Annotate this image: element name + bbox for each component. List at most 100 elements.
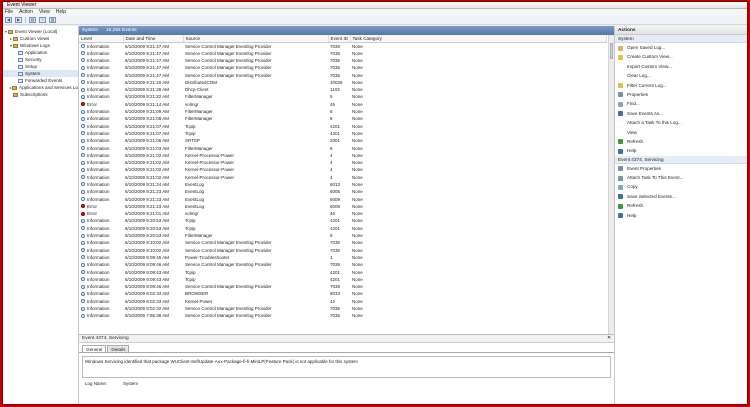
table-row[interactable]: Information 6/10/2009 9:21:07 AM Tcpip 4201… — [79, 122, 606, 129]
menu-help[interactable]: Help — [56, 9, 66, 16]
table-row[interactable]: Information 6/10/2009 9:20:53 AM Tcpip 4201… — [79, 225, 606, 232]
event-grid-scrollbar[interactable] — [608, 35, 614, 334]
level-label: Information — [87, 298, 110, 304]
column-event-id[interactable]: Event ID — [328, 35, 351, 43]
tree-item[interactable]: System — [3, 70, 78, 77]
tree-item-label: Windows Logs — [20, 43, 50, 48]
menu-file[interactable]: File — [5, 9, 13, 16]
tree-item[interactable]: ▸ Custom Views — [3, 35, 78, 42]
table-row[interactable]: Information 6/10/2009 9:09:43 AM Tcpip 4201… — [79, 276, 606, 283]
level-wrap: Information — [81, 305, 123, 312]
table-row[interactable]: Information 6/10/2009 9:21:24 AM EventLog 6… — [79, 181, 606, 188]
tree-item[interactable]: Setup — [3, 63, 78, 70]
table-row[interactable]: Information 6/10/2009 9:21:02 AM Kernel-Pr… — [79, 166, 606, 173]
action-item[interactable]: Attach a Task To this Log... — [615, 118, 747, 127]
table-row[interactable]: Information 6/10/2009 7:56:36 AM Service C… — [79, 312, 606, 319]
action-item[interactable]: Import Custom View... — [615, 62, 747, 71]
information-icon — [81, 233, 85, 238]
column-source[interactable]: Source — [183, 35, 329, 43]
table-row[interactable]: Information 6/10/2009 9:20:53 AM Tcpip 4201… — [79, 217, 606, 224]
table-row[interactable]: Information 6/10/2009 9:21:47 AM Service C… — [79, 42, 606, 50]
tree-item[interactable]: ▾ Event Viewer (Local) — [3, 28, 78, 35]
tree-item[interactable]: Subscriptions — [3, 91, 78, 98]
forward-icon[interactable]: ▶ — [15, 17, 22, 23]
tab-details[interactable]: Details — [107, 345, 130, 352]
table-row[interactable]: Information 6/10/2009 9:21:02 AM Kernel-Pr… — [79, 174, 606, 181]
tree-item[interactable]: Security — [3, 56, 78, 63]
tree-item[interactable]: Application — [3, 49, 78, 56]
tree-item[interactable]: ▾ Windows Logs — [3, 42, 78, 49]
table-row[interactable]: Information 6/10/2009 9:21:02 AM Kernel-Pr… — [79, 159, 606, 166]
date-time-cell: 6/10/2009 9:10:02 AM — [125, 247, 170, 253]
table-row[interactable]: Information 6/10/2009 9:09:45 AM Power-Tro… — [79, 254, 606, 261]
table-row[interactable]: Information 6/10/2009 9:10:02 AM Service C… — [79, 239, 606, 246]
table-row[interactable]: Information 6/10/2009 9:21:28 AM Dhcp-Clie… — [79, 86, 606, 93]
action-item[interactable]: Help — [615, 146, 747, 155]
level-label: Information — [87, 306, 110, 312]
table-row[interactable]: Information 6/10/2009 9:21:47 AM Service C… — [79, 57, 606, 64]
action-item[interactable]: Save Events As... — [615, 109, 747, 118]
table-row[interactable]: Information 6/10/2009 9:09:43 AM Tcpip 4201… — [79, 268, 606, 275]
table-row[interactable]: Error 6/10/2009 9:21:14 AM volmgr 46 None — [79, 101, 606, 108]
help-icon[interactable]: ? — [39, 17, 46, 23]
level-label: Information — [87, 254, 110, 260]
close-icon[interactable]: ✕ — [607, 335, 611, 342]
task-category-cell: None — [352, 109, 363, 115]
table-row[interactable]: Information 6/10/2009 9:21:07 AM Tcpip 4201… — [79, 130, 606, 137]
table-row[interactable]: Information 6/10/2009 8:02:33 AM Kernel-Po… — [79, 298, 606, 305]
table-row[interactable]: Information 6/10/2009 9:09:46 AM Service C… — [79, 261, 606, 268]
title-bar: Event Viewer — [3, 2, 747, 9]
action-item[interactable]: Event Properties — [615, 164, 747, 173]
table-row[interactable]: Error 6/10/2009 9:21:01 AM volmgr 46 None — [79, 210, 606, 217]
level-label: Information — [87, 284, 110, 290]
action-item[interactable]: Filter Current Log... — [615, 81, 747, 90]
column-date-time[interactable]: Date and Time — [123, 35, 184, 43]
table-row[interactable]: Information 6/10/2009 9:20:53 AM FilterMan… — [79, 232, 606, 239]
action-item[interactable]: Clear Log... — [615, 71, 747, 80]
back-icon[interactable]: ◀ — [5, 17, 12, 23]
action-item[interactable]: Copy — [615, 182, 747, 191]
table-row[interactable]: Error 6/10/2009 9:21:23 AM EventLog 6008 Non… — [79, 203, 606, 210]
console-tree-icon[interactable]: ▤ — [29, 17, 36, 23]
tree-item[interactable]: Forwarded Events — [3, 77, 78, 84]
tab-general[interactable]: General — [82, 345, 107, 352]
menu-view[interactable]: View — [39, 9, 50, 16]
table-row[interactable]: Information 6/10/2009 9:09:46 AM Service C… — [79, 283, 606, 290]
action-item[interactable]: Create Custom View... — [615, 52, 747, 61]
action-item[interactable]: Find... — [615, 99, 747, 108]
column-task-category[interactable]: Task Category — [350, 35, 607, 43]
actions-section-header[interactable]: System — [615, 35, 747, 43]
table-row[interactable]: Information 6/10/2009 9:21:23 AM EventLog 6… — [79, 188, 606, 195]
table-row[interactable]: Information 6/10/2009 9:21:23 AM EventLog 6… — [79, 195, 606, 202]
action-item[interactable]: Properties — [615, 90, 747, 99]
table-row[interactable]: Information 6/10/2009 9:21:08 AM FilterMan… — [79, 115, 606, 122]
table-row[interactable]: Information 6/10/2009 9:21:03 AM FilterMan… — [79, 144, 606, 151]
action-item[interactable]: Help — [615, 211, 747, 220]
action-item[interactable]: Refresh — [615, 137, 747, 146]
action-item[interactable]: Refresh — [615, 201, 747, 210]
level-cell: Information — [79, 312, 123, 319]
event-id-cell: 6 — [330, 109, 333, 115]
table-row[interactable]: Information 6/10/2009 9:21:47 AM Service C… — [79, 71, 606, 78]
table-row[interactable]: Information 6/10/2009 8:02:34 AM BROWSER 80… — [79, 290, 606, 297]
action-item[interactable]: Save Selected Events... — [615, 192, 747, 201]
table-row[interactable]: Information 6/10/2009 9:21:22 AM FilterMan… — [79, 93, 606, 100]
scrollbar-thumb[interactable] — [610, 43, 613, 59]
table-row[interactable]: Information 6/10/2009 9:21:06 AM SRTSP 2001… — [79, 137, 606, 144]
actions-section-header[interactable]: Event 4374, Servicing — [615, 155, 747, 164]
action-item[interactable]: Attach Task To This Event... — [615, 173, 747, 182]
table-row[interactable]: Information 6/10/2009 9:21:02 AM Kernel-Pr… — [79, 152, 606, 159]
menu-action[interactable]: Action — [19, 9, 33, 16]
column-level[interactable]: Level — [79, 35, 124, 43]
table-row[interactable]: Information 6/10/2009 9:21:47 AM Service C… — [79, 64, 606, 71]
action-item[interactable]: View — [615, 128, 747, 137]
action-item[interactable]: Open Saved Log... — [615, 43, 747, 52]
table-row[interactable]: Information 6/10/2009 9:21:47 AM Service C… — [79, 50, 606, 57]
table-row[interactable]: Information 6/10/2009 9:10:02 AM Service C… — [79, 247, 606, 254]
level-label: Information — [87, 65, 110, 71]
tree-item[interactable]: ▸ Applications and Services Lo — [3, 84, 78, 91]
table-row[interactable]: Information 6/10/2009 9:21:40 AM Distribut… — [79, 79, 606, 86]
table-row[interactable]: Information 6/10/2009 9:21:09 AM FilterMan… — [79, 108, 606, 115]
table-row[interactable]: Information 6/10/2009 8:02:32 AM Service C… — [79, 305, 606, 312]
action-pane-icon[interactable]: ▥ — [49, 17, 56, 23]
